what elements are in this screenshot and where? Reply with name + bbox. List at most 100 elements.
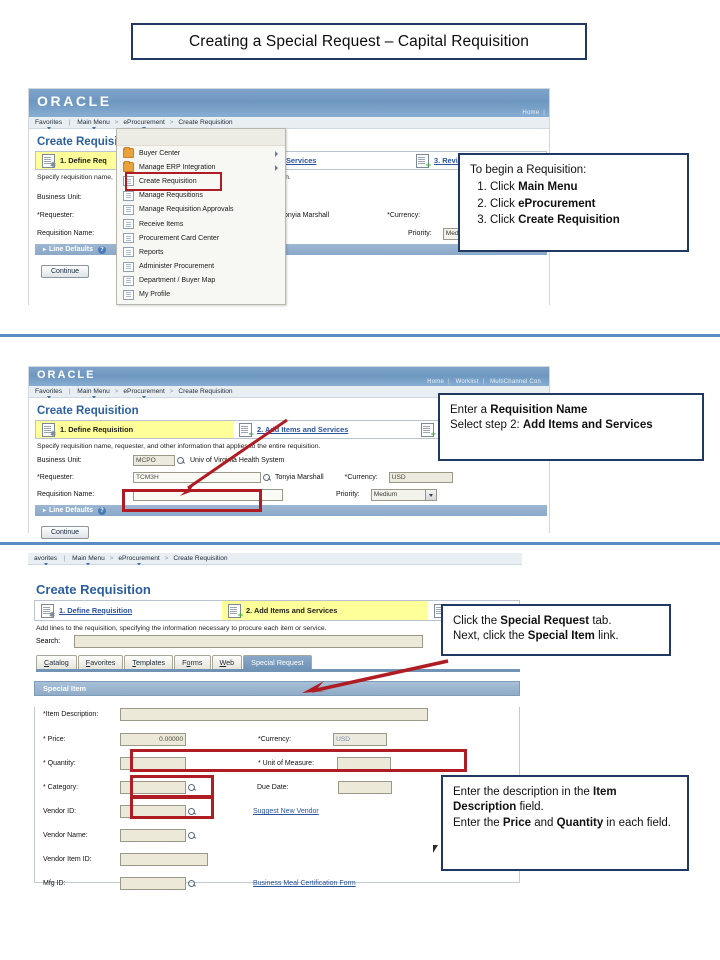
continue-button-1[interactable]: Continue bbox=[41, 265, 90, 278]
multichannel-link[interactable]: MultiChannel Con bbox=[490, 379, 541, 385]
document-icon bbox=[123, 190, 134, 201]
search-label: Search: bbox=[36, 638, 61, 645]
document-icon bbox=[123, 261, 134, 272]
requester-label: *Requester: bbox=[37, 474, 74, 481]
tab-special-request[interactable]: Special Request bbox=[243, 655, 312, 669]
business-unit-label: Business Unit: bbox=[37, 457, 82, 464]
vendor-name-label: Vendor Name: bbox=[43, 832, 88, 839]
breadcrumb-current: Create Requisition bbox=[173, 555, 228, 562]
document-icon bbox=[123, 247, 134, 258]
help-icon[interactable]: ? bbox=[97, 506, 106, 515]
breadcrumb-1: Favorites | Main Menu > eProcurement > C… bbox=[29, 117, 549, 130]
business-meal-certification-link[interactable]: Business Meal Certification Form bbox=[253, 880, 356, 887]
step-2-add-items-services[interactable]: + 2. Add Items and Services bbox=[222, 601, 428, 620]
header-links-2[interactable]: Home | Worklist | MultiChannel Con bbox=[423, 379, 545, 385]
menu-item-reports[interactable]: Reports bbox=[117, 245, 285, 259]
lookup-icon[interactable] bbox=[263, 473, 271, 482]
step-2-label[interactable]: 2. Add Items and Services bbox=[257, 425, 348, 434]
currency-label: *Currency: bbox=[387, 212, 421, 219]
header-links-1[interactable]: Home | bbox=[518, 110, 545, 116]
eprocurement-flyout-menu[interactable]: Buyer Center Manage ERP Integration Crea… bbox=[116, 128, 286, 305]
help-icon[interactable]: ? bbox=[97, 245, 106, 254]
callout-2-line-2: Select step 2: Add Items and Services bbox=[450, 419, 653, 432]
menu-item-administer-procurement[interactable]: Administer Procurement bbox=[117, 260, 285, 274]
step-1-define-requisition[interactable]: ✱ 1. Define Requisition bbox=[35, 601, 222, 620]
menu-item-procurement-card-center[interactable]: Procurement Card Center bbox=[117, 231, 285, 245]
menu-item-manage-requisition-approvals[interactable]: Manage Requisition Approvals bbox=[117, 203, 285, 217]
callout-1-step-2: Click eProcurement bbox=[490, 197, 677, 212]
worklist-link[interactable]: Worklist bbox=[456, 379, 479, 385]
tab-catalog[interactable]: Catalog bbox=[36, 655, 77, 669]
mfg-id-input[interactable] bbox=[120, 877, 186, 890]
add-items-icon: + bbox=[239, 422, 254, 438]
breadcrumb-main-menu[interactable]: Main Menu bbox=[72, 555, 105, 566]
breadcrumb-favorites[interactable]: avorites bbox=[34, 555, 57, 566]
breadcrumb-eprocurement[interactable]: eProcurement bbox=[123, 119, 165, 130]
menu-item-label: Department / Buyer Map bbox=[139, 277, 216, 285]
vendor-name-input[interactable] bbox=[120, 829, 186, 842]
line-defaults-label: Line Defaults bbox=[49, 246, 93, 253]
priority-label: Priority: bbox=[408, 230, 432, 237]
item-source-tabs: Catalog Favorites Templates Forms Web Sp… bbox=[28, 654, 522, 669]
menu-item-label: Administer Procurement bbox=[139, 263, 215, 271]
menu-item-department-buyer-map[interactable]: Department / Buyer Map bbox=[117, 274, 285, 288]
business-unit-input[interactable]: MCPO bbox=[133, 455, 175, 466]
oracle-header-1: ORACLE Home | bbox=[29, 89, 549, 117]
menu-item-buyer-center[interactable]: Buyer Center bbox=[117, 146, 285, 160]
tab-forms[interactable]: Forms bbox=[174, 655, 211, 669]
lookup-icon[interactable] bbox=[188, 831, 196, 840]
breadcrumb-favorites[interactable]: Favorites bbox=[35, 388, 62, 399]
suggest-new-vendor-link[interactable]: Suggest New Vendor bbox=[253, 808, 319, 815]
chevron-down-icon[interactable] bbox=[424, 489, 436, 500]
mouse-cursor bbox=[433, 845, 441, 853]
section-divider-1 bbox=[0, 334, 720, 337]
breadcrumb-eprocurement[interactable]: eProcurement bbox=[118, 555, 160, 566]
item-description-row: *Item Description: bbox=[35, 707, 519, 722]
add-items-icon: + bbox=[228, 603, 243, 619]
breadcrumb-main-menu[interactable]: Main Menu bbox=[77, 119, 110, 130]
step-2-label[interactable]: Services bbox=[286, 156, 316, 165]
due-date-input[interactable] bbox=[337, 781, 392, 794]
menu-item-receive-items[interactable]: Receive Items bbox=[117, 217, 285, 231]
priority-select-2[interactable]: Medium bbox=[370, 488, 437, 501]
menu-item-label: Reports bbox=[139, 248, 164, 256]
special-item-grid-header: Special Item bbox=[34, 681, 520, 696]
menu-item-label: Manage Requsitions bbox=[139, 192, 203, 200]
lookup-icon[interactable] bbox=[177, 456, 185, 465]
breadcrumb-favorites[interactable]: Favorites bbox=[35, 119, 62, 130]
lookup-icon[interactable] bbox=[188, 879, 196, 888]
price-value: 0.00000 bbox=[159, 736, 183, 743]
step-2-add-items-services[interactable]: + 2. Add Items and Services bbox=[233, 421, 415, 438]
document-icon bbox=[123, 219, 134, 230]
tab-favorites[interactable]: Favorites bbox=[77, 655, 124, 669]
create-requisition-heading-1: Create Requisi bbox=[37, 136, 118, 148]
tab-web[interactable]: Web bbox=[211, 655, 243, 669]
requester-input[interactable]: TCM3H bbox=[133, 472, 261, 483]
document-icon bbox=[123, 289, 134, 300]
currency-label: *Currency: bbox=[344, 474, 378, 481]
menu-item-my-profile[interactable]: My Profile bbox=[117, 288, 285, 302]
vendor-item-id-input[interactable] bbox=[120, 853, 208, 866]
price-label: * Price: bbox=[43, 736, 66, 743]
breadcrumb-main-menu[interactable]: Main Menu bbox=[77, 388, 110, 399]
line-defaults-bar-2[interactable]: ▸ Line Defaults ? bbox=[35, 505, 547, 516]
step-1-label: 1. Define Requisition bbox=[60, 425, 134, 434]
priority-label: Priority: bbox=[336, 491, 360, 498]
menu-item-label: Manage Requisition Approvals bbox=[139, 206, 234, 214]
breadcrumb-eprocurement[interactable]: eProcurement bbox=[123, 388, 165, 399]
requester-row-2: *Requester: TCM3H Tonyia Marshall *Curre… bbox=[29, 470, 549, 485]
step-1-define-requisition[interactable]: ✱ 1. Define Requisition bbox=[36, 421, 233, 438]
item-description-input[interactable] bbox=[120, 708, 428, 721]
home-link[interactable]: Home bbox=[522, 110, 539, 116]
highlight-requisition-name bbox=[122, 489, 262, 512]
continue-button-2[interactable]: Continue bbox=[41, 526, 90, 539]
breadcrumb-3: avorites | Main Menu > eProcurement > Cr… bbox=[28, 553, 522, 566]
price-input[interactable]: 0.00000 bbox=[120, 733, 186, 746]
step-1-label[interactable]: 1. Define Requisition bbox=[59, 606, 132, 615]
step-2-add-items-services[interactable]: Services bbox=[280, 152, 410, 169]
mfg-id-row: Mfg ID: Business Meal Certification Form bbox=[35, 876, 519, 891]
home-link[interactable]: Home bbox=[427, 379, 444, 385]
tab-templates[interactable]: Templates bbox=[124, 655, 174, 669]
currency-value: USD bbox=[336, 736, 350, 743]
search-input[interactable] bbox=[74, 635, 424, 648]
